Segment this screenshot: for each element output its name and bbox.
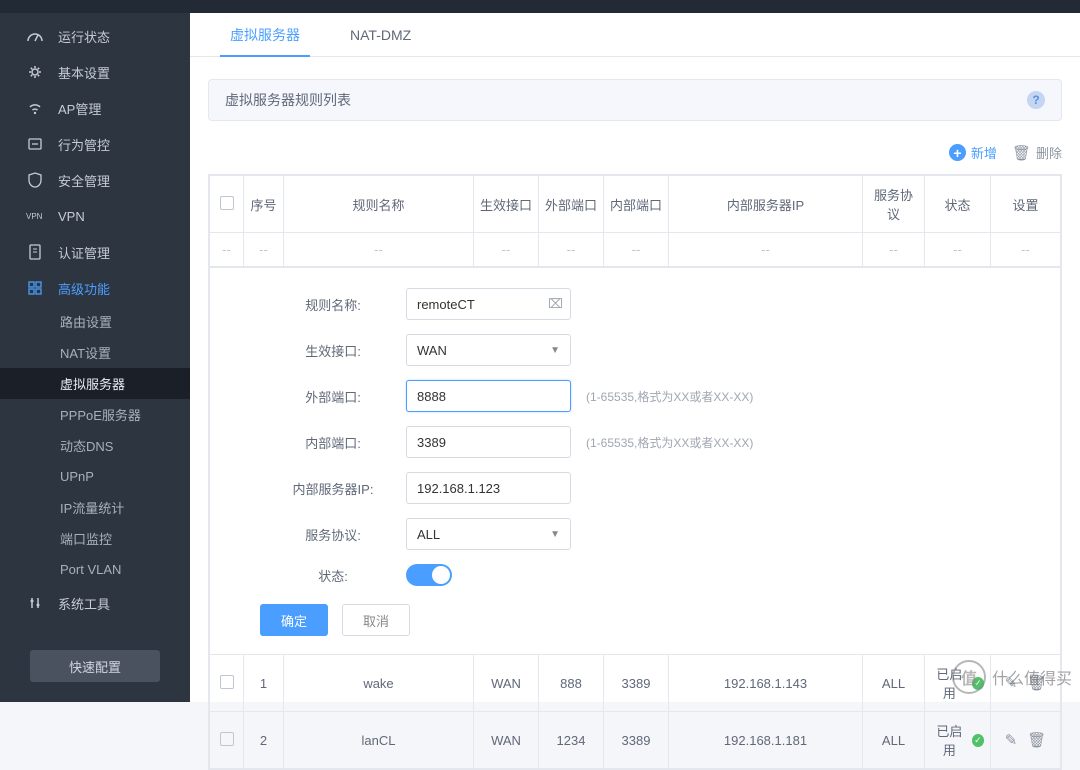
sidebar-item-auth[interactable]: 认证管理 <box>0 234 190 270</box>
tab-nat-dmz[interactable]: NAT-DMZ <box>340 13 421 57</box>
int-port-input[interactable] <box>406 426 571 458</box>
row-checkbox[interactable] <box>220 675 234 689</box>
placeholder-row: ------ ------ ------ -- <box>210 233 1061 267</box>
watermark: 值 什么值得买 <box>952 660 1072 694</box>
col-status: 状态 <box>925 176 991 233</box>
row-checkbox[interactable] <box>220 732 234 746</box>
subitem-port-vlan[interactable]: Port VLAN <box>0 554 190 585</box>
proto-select[interactable]: ALL ▼ <box>406 518 571 550</box>
sidebar-label: VPN <box>58 209 85 224</box>
sidebar-label: 行为管控 <box>58 135 110 154</box>
svg-text:VPN: VPN <box>26 212 43 221</box>
col-name: 规则名称 <box>284 176 474 233</box>
sidebar-item-ap[interactable]: AP管理 <box>0 90 190 126</box>
tab-virtual-server[interactable]: 虚拟服务器 <box>220 13 310 57</box>
shield-icon <box>24 172 46 188</box>
server-ip-input[interactable] <box>406 472 571 504</box>
col-iface: 生效接口 <box>474 176 539 233</box>
delete-button[interactable]: 🗑 删除 <box>1012 143 1062 162</box>
check-icon: ✓ <box>972 734 984 747</box>
help-icon[interactable]: ? <box>1027 91 1045 109</box>
table-row: 1 wake WAN 888 3389 192.168.1.143 ALL 已启… <box>210 655 1061 712</box>
gear-icon <box>24 64 46 80</box>
sidebar-label: 系统工具 <box>58 594 110 613</box>
server-ip-label: 内部服务器IP: <box>260 479 406 498</box>
clear-icon[interactable]: ⌧ <box>548 296 563 312</box>
col-ext-port: 外部端口 <box>539 176 604 233</box>
col-proto: 服务协议 <box>863 176 925 233</box>
col-seq: 序号 <box>244 176 284 233</box>
add-button[interactable]: + 新增 <box>949 143 997 162</box>
proto-label: 服务协议: <box>260 525 406 544</box>
subitem-virtual-server[interactable]: 虚拟服务器 <box>0 368 190 399</box>
ext-port-input[interactable] <box>406 380 571 412</box>
trash-icon: 🗑 <box>1012 144 1031 162</box>
ext-port-hint: (1-65535,格式为XX或者XX-XX) <box>586 388 753 405</box>
confirm-button[interactable]: 确定 <box>260 604 328 636</box>
quick-config-button[interactable]: 快速配置 <box>30 650 160 682</box>
sidebar-item-tools[interactable]: 系统工具 <box>0 585 190 621</box>
subitem-pppoe[interactable]: PPPoE服务器 <box>0 399 190 430</box>
behavior-icon <box>24 136 46 152</box>
status-toggle[interactable] <box>406 564 452 586</box>
int-port-hint: (1-65535,格式为XX或者XX-XX) <box>586 434 753 451</box>
grid-icon <box>24 280 46 296</box>
status-badge: 已启用✓ <box>931 721 984 759</box>
subitem-upnp[interactable]: UPnP <box>0 461 190 492</box>
sidebar-item-status[interactable]: 运行状态 <box>0 18 190 54</box>
auth-icon <box>24 244 46 260</box>
table-row: 2 lanCL WAN 1234 3389 192.168.1.181 ALL … <box>210 712 1061 769</box>
checkbox-all[interactable] <box>220 196 234 210</box>
sidebar: 运行状态 基本设置 AP管理 行为管控 安全管理 VPN VPN 认证管理 高级 <box>0 13 190 702</box>
int-port-label: 内部端口: <box>260 433 406 452</box>
iface-select[interactable]: WAN ▼ <box>406 334 571 366</box>
form-row: 规则名称: ⌧ 生效接口: WAN ▼ <box>210 267 1061 655</box>
panel-title: 虚拟服务器规则列表 <box>225 90 351 110</box>
top-bar <box>0 0 1080 13</box>
iface-label: 生效接口: <box>260 341 406 360</box>
panel-title-bar: 虚拟服务器规则列表 ? <box>208 79 1062 121</box>
tools-icon <box>24 595 46 611</box>
wifi-icon <box>24 100 46 116</box>
sidebar-item-advanced[interactable]: 高级功能 <box>0 270 190 306</box>
col-int-port: 内部端口 <box>604 176 669 233</box>
subitem-route[interactable]: 路由设置 <box>0 306 190 337</box>
subitem-nat[interactable]: NAT设置 <box>0 337 190 368</box>
sidebar-item-vpn[interactable]: VPN VPN <box>0 198 190 234</box>
rule-name-input[interactable] <box>406 288 571 320</box>
sidebar-label: 认证管理 <box>58 243 110 262</box>
trash-icon[interactable]: 🗑 <box>1027 731 1046 749</box>
sidebar-label: 基本设置 <box>58 63 110 82</box>
col-ip: 内部服务器IP <box>669 176 863 233</box>
vpn-icon: VPN <box>24 208 46 224</box>
edit-icon[interactable]: ✎ <box>1005 731 1018 749</box>
dashboard-icon <box>24 28 46 44</box>
sidebar-label: AP管理 <box>58 99 101 118</box>
sidebar-item-security[interactable]: 安全管理 <box>0 162 190 198</box>
sidebar-label: 运行状态 <box>58 27 110 46</box>
sidebar-label: 高级功能 <box>58 279 110 298</box>
col-actions: 设置 <box>991 176 1061 233</box>
chevron-down-icon: ▼ <box>550 529 560 540</box>
rules-table: 序号 规则名称 生效接口 外部端口 内部端口 内部服务器IP 服务协议 状态 设… <box>208 174 1062 770</box>
rule-name-label: 规则名称: <box>260 295 406 314</box>
subitem-ddns[interactable]: 动态DNS <box>0 430 190 461</box>
sidebar-item-behavior[interactable]: 行为管控 <box>0 126 190 162</box>
main-content: 虚拟服务器 NAT-DMZ 虚拟服务器规则列表 ? + 新增 🗑 删除 序号 规… <box>190 13 1080 702</box>
chevron-down-icon: ▼ <box>550 345 560 356</box>
tab-bar: 虚拟服务器 NAT-DMZ <box>190 13 1080 57</box>
ext-port-label: 外部端口: <box>260 387 406 406</box>
subitem-ip-traffic[interactable]: IP流量统计 <box>0 492 190 523</box>
status-label: 状态: <box>260 566 406 585</box>
sidebar-label: 安全管理 <box>58 171 110 190</box>
plus-icon: + <box>949 144 966 161</box>
cancel-button[interactable]: 取消 <box>342 604 410 636</box>
sidebar-item-basic[interactable]: 基本设置 <box>0 54 190 90</box>
subitem-port-monitor[interactable]: 端口监控 <box>0 523 190 554</box>
